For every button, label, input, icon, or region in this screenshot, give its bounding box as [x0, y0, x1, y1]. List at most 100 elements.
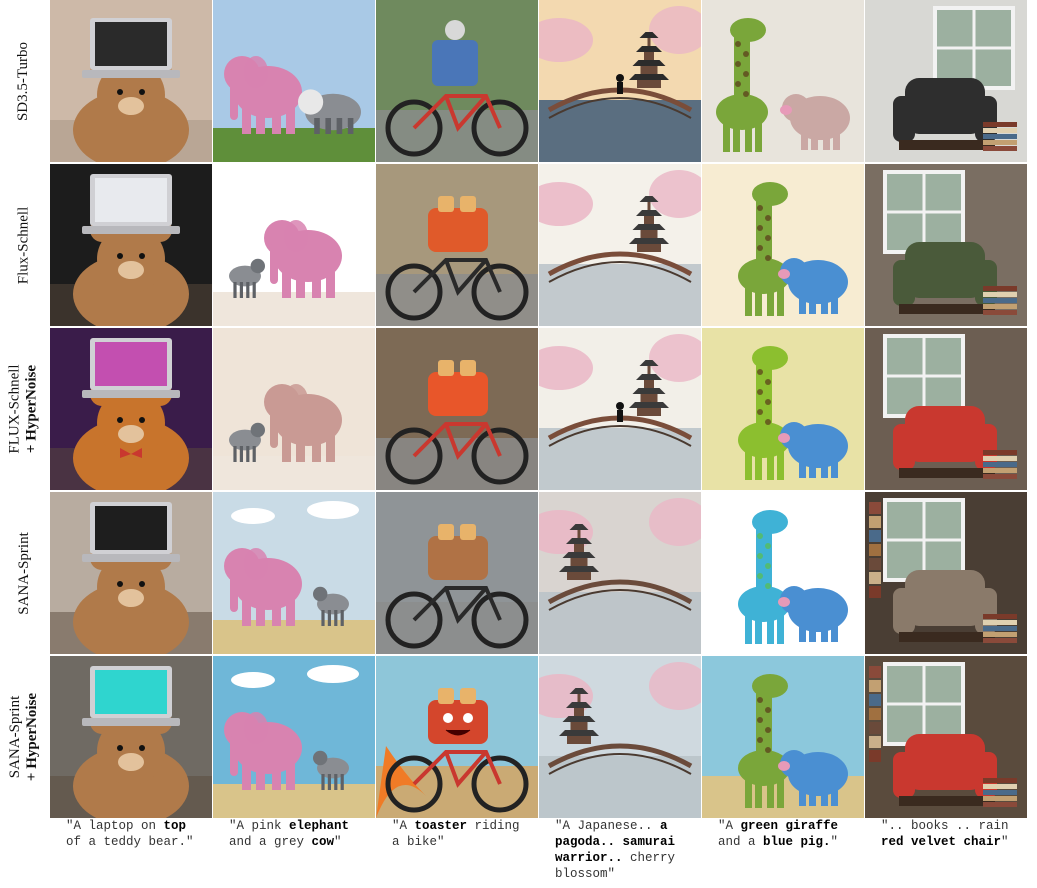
row-label: FLUX-Schnell + HyperNoise	[0, 328, 48, 490]
caption-keyword: green giraffe	[740, 819, 839, 833]
toaster-bike-image	[376, 492, 538, 654]
model-name: Flux-Schnell	[15, 206, 32, 284]
velvet-chair-books-image-graphic	[865, 492, 1027, 654]
teddy-bear-laptop-image	[50, 328, 212, 490]
toaster-bike-image	[376, 164, 538, 326]
prompt-caption: "A green giraffe and a blue pig."	[702, 818, 864, 850]
velvet-chair-books-image-graphic	[865, 656, 1027, 818]
caption-text: "A	[718, 819, 741, 833]
teddy-bear-laptop-image-graphic	[50, 328, 212, 490]
model-name: SANA-Sprint	[7, 695, 23, 779]
row-label-text: SANA-Sprint + HyperNoise	[7, 693, 41, 781]
toaster-bike-image-graphic	[376, 164, 538, 326]
row-label: SD3.5-Turbo	[0, 0, 48, 162]
method-suffix: + HyperNoise	[24, 692, 40, 782]
prompt-caption: "A pink elephant and a grey cow"	[213, 818, 375, 850]
toaster-bike-image	[376, 328, 538, 490]
giraffe-pig-image-graphic	[702, 656, 864, 818]
prompt-caption: "A laptop on top of a teddy bear."	[50, 818, 212, 850]
prompt-caption: "A Japanese.. a pagoda.. samurai warrior…	[539, 818, 701, 882]
caption-keyword: cow	[311, 835, 335, 849]
japanese-pagoda-image-graphic	[539, 492, 701, 654]
toaster-bike-image-graphic	[376, 0, 538, 162]
giraffe-pig-image-graphic	[702, 164, 864, 326]
giraffe-pig-image	[702, 0, 864, 162]
giraffe-pig-image-graphic	[702, 328, 864, 490]
pink-elephant-cow-image-graphic	[213, 328, 375, 490]
prompt-caption: "A toaster riding a bike"	[376, 818, 538, 850]
caption-keyword: top	[163, 819, 187, 833]
teddy-bear-laptop-image-graphic	[50, 164, 212, 326]
row-label: SANA-Sprint	[0, 492, 48, 654]
teddy-bear-laptop-image-graphic	[50, 656, 212, 818]
teddy-bear-laptop-image	[50, 492, 212, 654]
pink-elephant-cow-image	[213, 164, 375, 326]
caption-text: "A pink	[229, 819, 290, 833]
pink-elephant-cow-image	[213, 0, 375, 162]
velvet-chair-books-image-graphic	[865, 328, 1027, 490]
velvet-chair-books-image	[865, 328, 1027, 490]
caption-keyword: blue pig.	[763, 835, 831, 849]
japanese-pagoda-image-graphic	[539, 656, 701, 818]
caption-text: "A laptop on	[66, 819, 164, 833]
toaster-bike-image-graphic	[376, 328, 538, 490]
giraffe-pig-image	[702, 328, 864, 490]
teddy-bear-laptop-image-graphic	[50, 0, 212, 162]
caption-text: "	[830, 835, 839, 849]
teddy-bear-laptop-image	[50, 0, 212, 162]
velvet-chair-books-image-graphic	[865, 0, 1027, 162]
pink-elephant-cow-image-graphic	[213, 0, 375, 162]
japanese-pagoda-image-graphic	[539, 328, 701, 490]
caption-text: "	[1001, 835, 1009, 849]
caption-text: "	[334, 835, 342, 849]
giraffe-pig-image	[702, 164, 864, 326]
japanese-pagoda-image	[539, 328, 701, 490]
caption-text: "A	[392, 819, 415, 833]
toaster-bike-image-graphic	[376, 492, 538, 654]
model-name: SD3.5-Turbo	[15, 41, 32, 121]
japanese-pagoda-image	[539, 492, 701, 654]
toaster-bike-image	[376, 656, 538, 818]
row-label: SANA-Sprint + HyperNoise	[0, 656, 48, 818]
japanese-pagoda-image	[539, 0, 701, 162]
pink-elephant-cow-image	[213, 656, 375, 818]
pink-elephant-cow-image	[213, 492, 375, 654]
pink-elephant-cow-image-graphic	[213, 656, 375, 818]
teddy-bear-laptop-image	[50, 164, 212, 326]
giraffe-pig-image	[702, 656, 864, 818]
japanese-pagoda-image	[539, 656, 701, 818]
pink-elephant-cow-image-graphic	[213, 492, 375, 654]
row-label-text: SD3.5-Turbo	[16, 41, 33, 120]
row-label: Flux-Schnell	[0, 164, 48, 326]
model-name: SANA-Sprint	[15, 531, 32, 615]
giraffe-pig-image-graphic	[702, 492, 864, 654]
caption-text: ".. books .. rain	[881, 819, 1009, 833]
japanese-pagoda-image-graphic	[539, 164, 701, 326]
velvet-chair-books-image	[865, 0, 1027, 162]
caption-text: and a grey	[229, 835, 305, 849]
teddy-bear-laptop-image	[50, 656, 212, 818]
row-label-text: SANA-Sprint	[16, 532, 33, 615]
caption-keyword: toaster	[414, 819, 468, 833]
pink-elephant-cow-image-graphic	[213, 164, 375, 326]
velvet-chair-books-image	[865, 492, 1027, 654]
toaster-bike-image-graphic	[376, 656, 538, 818]
method-suffix: + HyperNoise	[24, 364, 41, 454]
japanese-pagoda-image	[539, 164, 701, 326]
caption-keyword: red velvet chair	[881, 835, 1002, 849]
caption-text: and a	[718, 835, 756, 849]
prompt-caption: ".. books .. rain red velvet chair"	[865, 818, 1027, 850]
velvet-chair-books-image	[865, 164, 1027, 326]
toaster-bike-image	[376, 0, 538, 162]
caption-keyword: elephant	[289, 819, 350, 833]
giraffe-pig-image	[702, 492, 864, 654]
caption-text: of a teddy bear."	[66, 835, 194, 849]
row-label-text: FLUX-Schnell + HyperNoise	[7, 364, 41, 453]
teddy-bear-laptop-image-graphic	[50, 492, 212, 654]
row-label-text: Flux-Schnell	[16, 206, 33, 284]
velvet-chair-books-image-graphic	[865, 164, 1027, 326]
velvet-chair-books-image	[865, 656, 1027, 818]
giraffe-pig-image-graphic	[702, 0, 864, 162]
model-name: FLUX-Schnell	[7, 364, 24, 454]
caption-text: "A Japanese..	[555, 819, 661, 833]
